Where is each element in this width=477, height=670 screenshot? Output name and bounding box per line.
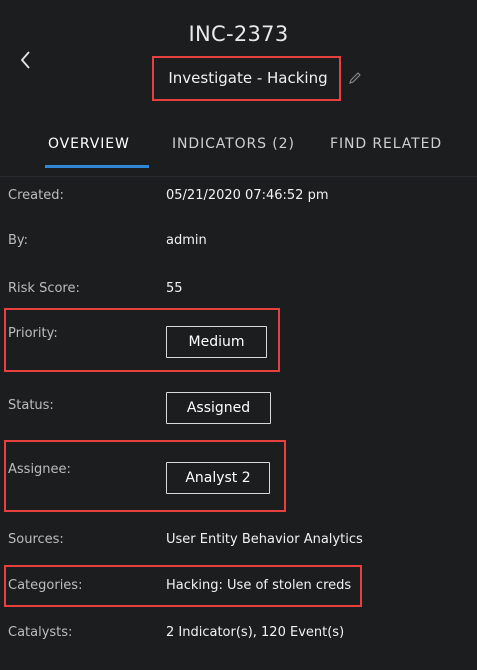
- active-tab-indicator: [45, 165, 149, 168]
- catalysts-label: Catalysts:: [8, 625, 73, 640]
- tab-indicators[interactable]: INDICATORS (2): [172, 136, 295, 152]
- by-value: admin: [166, 233, 207, 248]
- chevron-left-icon: [20, 51, 30, 69]
- incident-title: Investigate - Hacking: [168, 69, 328, 87]
- catalysts-value: 2 Indicator(s), 120 Event(s): [166, 625, 345, 640]
- assignee-dropdown[interactable]: Analyst 2: [166, 462, 270, 494]
- status-dropdown[interactable]: Assigned: [166, 392, 271, 424]
- incident-header: INC-2373 Investigate - Hacking OVERVIEW …: [0, 0, 477, 178]
- created-label: Created:: [8, 188, 64, 203]
- assignee-label: Assignee:: [8, 462, 71, 477]
- risk-score-label: Risk Score:: [8, 281, 80, 296]
- priority-label: Priority:: [8, 326, 58, 341]
- risk-score-value: 55: [166, 281, 183, 296]
- back-button[interactable]: [14, 48, 38, 72]
- categories-label: Categories:: [8, 578, 83, 593]
- by-label: By:: [8, 233, 29, 248]
- edit-title-button[interactable]: [348, 70, 362, 84]
- priority-dropdown[interactable]: Medium: [166, 326, 267, 358]
- tab-find-related[interactable]: FIND RELATED: [330, 136, 442, 152]
- tab-overview[interactable]: OVERVIEW: [48, 136, 130, 152]
- categories-value: Hacking: Use of stolen creds: [166, 578, 352, 593]
- tab-bar: OVERVIEW INDICATORS (2) FIND RELATED: [0, 128, 477, 170]
- status-label: Status:: [8, 398, 54, 413]
- sources-label: Sources:: [8, 532, 64, 547]
- sources-value: User Entity Behavior Analytics: [166, 532, 363, 547]
- incident-title-container: Investigate - Hacking: [153, 56, 343, 100]
- incident-id: INC-2373: [188, 22, 289, 46]
- header-divider: [0, 176, 477, 177]
- pencil-icon: [349, 72, 361, 84]
- created-value: 05/21/2020 07:46:52 pm: [166, 188, 329, 203]
